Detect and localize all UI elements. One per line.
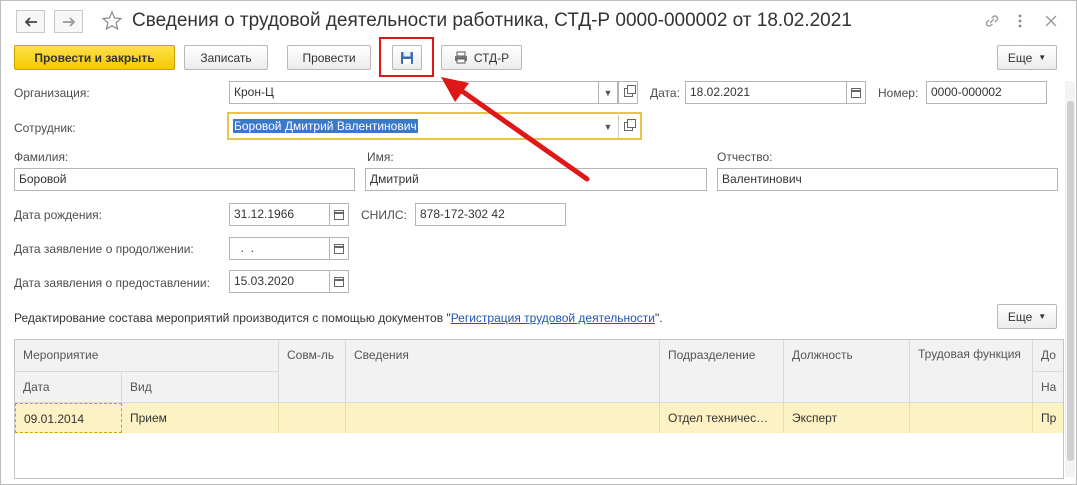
arrow-right-icon <box>62 16 75 27</box>
link-icon[interactable] <box>983 12 1001 30</box>
print-std-label: СТД-Р <box>473 50 510 65</box>
organization-label: Организация: <box>14 86 90 100</box>
number-label: Номер: <box>878 86 919 100</box>
toolbar-more-label: Еще <box>1007 50 1033 65</box>
document-title: Сведения о трудовой деятельности работни… <box>132 10 852 31</box>
surname-field[interactable]: Боровой <box>14 168 355 191</box>
events-table: Мероприятие Дата Вид Совм-ль Сведения По… <box>14 339 1064 479</box>
header-info[interactable]: Сведения <box>346 340 660 403</box>
continue-date-field[interactable]: . . <box>229 237 330 260</box>
employee-dropdown-icon[interactable]: ▼ <box>598 115 618 138</box>
name-field[interactable]: Дмитрий <box>365 168 707 191</box>
calendar-icon <box>334 243 344 254</box>
cell-info[interactable] <box>346 403 660 433</box>
print-std-button[interactable]: СТД-Р <box>441 45 522 70</box>
calendar-icon <box>851 87 861 98</box>
provide-date-label: Дата заявления о предоставлении: <box>14 276 210 290</box>
birth-date-label: Дата рождения: <box>14 208 102 222</box>
organization-field[interactable]: Крон-Ц <box>229 81 599 104</box>
employee-field[interactable]: Боровой Дмитрий Валентинович <box>227 112 642 140</box>
patronymic-label: Отчество: <box>717 150 773 164</box>
employee-open-button[interactable] <box>618 115 638 138</box>
toolbar-more-button[interactable]: Еще ▼ <box>997 45 1057 70</box>
open-icon <box>623 85 636 97</box>
post-and-close-button[interactable]: Провести и закрыть <box>14 45 175 70</box>
write-button[interactable]: Записать <box>184 45 268 70</box>
snils-label: СНИЛС: <box>361 208 407 222</box>
birth-date-field[interactable]: 31.12.1966 <box>229 203 330 226</box>
header-kind[interactable]: Вид <box>122 372 279 403</box>
calendar-icon <box>334 276 344 287</box>
arrow-left-icon <box>24 16 37 27</box>
document-window: Сведения о трудовой деятельности работни… <box>0 0 1077 485</box>
surname-label: Фамилия: <box>14 150 69 164</box>
header-date[interactable]: Дата <box>15 372 122 403</box>
post-button[interactable]: Провести <box>287 45 371 70</box>
date-calendar-button[interactable] <box>846 81 866 104</box>
continue-date-calendar-button[interactable] <box>329 237 349 260</box>
close-icon[interactable] <box>1042 12 1060 30</box>
printer-icon <box>454 51 467 64</box>
chevron-down-icon: ▼ <box>1038 53 1047 62</box>
patronymic-field[interactable]: Валентинович <box>717 168 1058 191</box>
calendar-icon <box>334 209 344 220</box>
continue-date-label: Дата заявление о продолжении: <box>14 242 194 256</box>
open-icon <box>624 119 636 131</box>
organization-open-button[interactable] <box>618 81 638 104</box>
header-division[interactable]: Подразделение <box>660 340 784 403</box>
cell-extra[interactable]: Пр <box>1033 403 1063 433</box>
info-prefix: Редактирование состава мероприятий произ… <box>14 311 451 325</box>
organization-dropdown-icon[interactable]: ▼ <box>598 81 618 104</box>
number-field[interactable]: 0000-000002 <box>926 81 1047 104</box>
birth-date-calendar-button[interactable] <box>329 203 349 226</box>
provide-date-field[interactable]: 15.03.2020 <box>229 270 330 293</box>
info-suffix: ". <box>655 311 663 325</box>
table-more-label: Еще <box>1007 309 1033 324</box>
header-function[interactable]: Трудовая функция <box>910 340 1033 403</box>
scrollbar-thumb[interactable] <box>1067 101 1074 461</box>
cell-position[interactable]: Эксперт <box>784 403 910 433</box>
cell-function[interactable] <box>910 403 1033 433</box>
forward-button[interactable] <box>54 10 83 33</box>
header-position[interactable]: Должность <box>784 340 910 403</box>
save-highlight-frame <box>379 37 434 77</box>
provide-date-calendar-button[interactable] <box>329 270 349 293</box>
date-label: Дата: <box>650 86 680 100</box>
header-combo[interactable]: Совм-ль <box>279 340 346 403</box>
cell-combo[interactable] <box>279 403 346 433</box>
employee-value: Боровой Дмитрий Валентинович <box>233 119 418 133</box>
table-more-button[interactable]: Еще ▼ <box>997 304 1057 329</box>
chevron-down-icon: ▼ <box>1038 312 1047 321</box>
registration-link[interactable]: Регистрация трудовой деятельности <box>451 311 655 325</box>
cell-date[interactable]: 09.01.2014 <box>15 403 122 433</box>
info-text: Редактирование состава мероприятий произ… <box>14 311 663 325</box>
snils-field[interactable]: 878-172-302 42 <box>415 203 566 226</box>
favorite-star-icon[interactable] <box>101 10 123 32</box>
name-label: Имя: <box>367 150 394 164</box>
more-vertical-icon[interactable] <box>1011 12 1029 30</box>
header-extra-bottom[interactable]: На <box>1033 372 1063 403</box>
date-field[interactable]: 18.02.2021 <box>685 81 847 104</box>
employee-label: Сотрудник: <box>14 121 76 135</box>
back-button[interactable] <box>16 10 45 33</box>
cell-kind[interactable]: Прием <box>122 403 279 433</box>
header-extra-top[interactable]: До <box>1033 340 1063 372</box>
cell-division[interactable]: Отдел техничес… <box>660 403 784 433</box>
header-event[interactable]: Мероприятие <box>15 340 279 372</box>
